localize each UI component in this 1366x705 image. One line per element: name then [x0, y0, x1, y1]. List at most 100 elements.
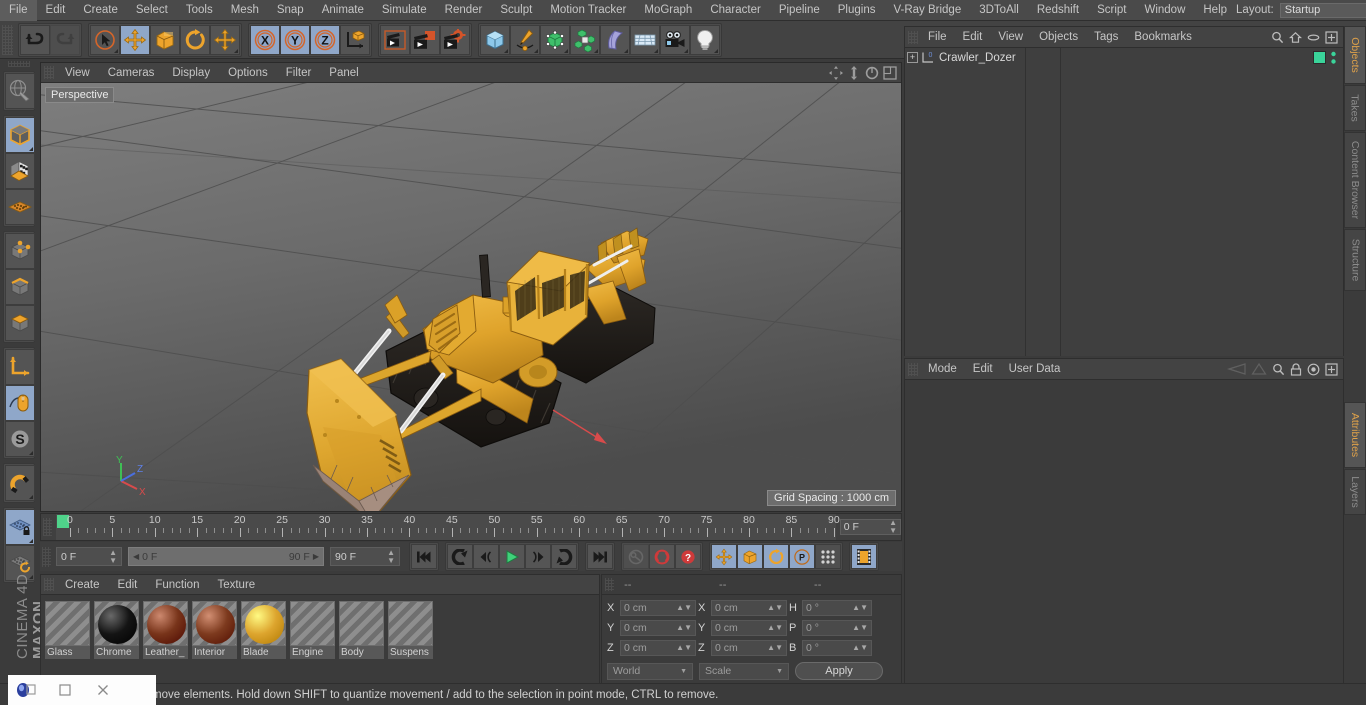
menu-item-snap[interactable]: Snap	[268, 0, 313, 21]
array-modeling-button[interactable]	[570, 24, 600, 55]
go-to-end-button[interactable]	[587, 544, 613, 569]
object-menu-item-file[interactable]: File	[920, 27, 955, 48]
menu-item-tools[interactable]: Tools	[177, 0, 222, 21]
material-item[interactable]: Leather_	[143, 601, 188, 659]
add-icon[interactable]	[1325, 362, 1338, 376]
vertical-tab-objects[interactable]: Objects	[1344, 26, 1366, 84]
search-icon[interactable]	[1271, 31, 1284, 44]
go-to-start-button[interactable]	[411, 544, 437, 569]
timeline-ruler[interactable]: 0 5 10 15 20 25 30 35 40 45 50 55 60 65 70 75 80 85 90	[55, 514, 840, 540]
position-key-button[interactable]	[711, 544, 737, 569]
viewport-grip[interactable]	[44, 66, 54, 79]
menu-item-mesh[interactable]: Mesh	[222, 0, 268, 21]
edges-mode-button[interactable]	[5, 269, 35, 305]
spinner-icon[interactable]: ▲▼	[767, 644, 783, 652]
attribute-menu-item-edit[interactable]: Edit	[965, 359, 1001, 380]
render-settings-button[interactable]	[440, 24, 470, 55]
material-item[interactable]: Suspens	[388, 601, 433, 659]
visibility-dots-icon[interactable]	[1330, 51, 1337, 65]
timeline-current-frame-field[interactable]: 0 F ▲ ▼	[839, 519, 901, 535]
viewport-menu-item-panel[interactable]: Panel	[320, 63, 367, 83]
material-menu-item-create[interactable]: Create	[56, 575, 109, 595]
enable-axis-modification-button[interactable]	[5, 385, 35, 421]
coordinates-grip[interactable]	[605, 578, 615, 591]
snap-magnet-button[interactable]	[5, 465, 35, 501]
viewport-canvas[interactable]: Perspective Grid Spacing : 1000 cm Y X Z	[41, 83, 901, 511]
move-tool-button[interactable]	[120, 24, 150, 55]
search-icon[interactable]	[1272, 363, 1285, 376]
make-editable-button[interactable]	[5, 73, 35, 109]
menu-item-edit[interactable]: Edit	[37, 0, 75, 21]
menu-item-script[interactable]: Script	[1088, 0, 1135, 21]
play-button[interactable]	[499, 544, 525, 569]
light-button[interactable]	[690, 24, 720, 55]
rotate-tool-button[interactable]	[180, 24, 210, 55]
menu-item-3dtoall[interactable]: 3DToAll	[970, 0, 1028, 21]
object-menu-item-tags[interactable]: Tags	[1086, 27, 1126, 48]
spinner-icon[interactable]: ▲▼	[852, 624, 868, 632]
maximize-view-icon[interactable]	[882, 65, 897, 80]
coordinate-system-dropdown[interactable]: World ▼	[607, 662, 693, 680]
polygons-mode-button[interactable]	[5, 305, 35, 341]
model-mode-button[interactable]	[5, 117, 35, 153]
menu-item-v-ray-bridge[interactable]: V-Ray Bridge	[884, 0, 970, 21]
rotation-key-button[interactable]	[763, 544, 789, 569]
object-tag-swatch[interactable]	[1313, 51, 1326, 64]
material-manager-grip[interactable]	[44, 578, 54, 591]
render-view-button[interactable]	[380, 24, 410, 55]
live-selection-tool-button[interactable]	[90, 24, 120, 55]
rotate-view-icon[interactable]	[864, 65, 879, 80]
material-item[interactable]: Body	[339, 601, 384, 659]
generator-nurbs-button[interactable]	[540, 24, 570, 55]
attribute-content-area[interactable]	[905, 380, 1343, 704]
menu-item-animate[interactable]: Animate	[313, 0, 373, 21]
menu-item-create[interactable]: Create	[74, 0, 127, 21]
material-item[interactable]: Interior	[192, 601, 237, 659]
menu-item-pipeline[interactable]: Pipeline	[770, 0, 829, 21]
material-preview[interactable]	[339, 601, 384, 646]
go-to-next-frame-button[interactable]	[525, 544, 551, 569]
material-preview[interactable]	[94, 601, 139, 646]
spinner-icon[interactable]: ▲▼	[767, 604, 783, 612]
vertical-tab-content-browser[interactable]: Content Browser	[1344, 132, 1366, 228]
vertical-tab-layers[interactable]: Layers	[1344, 469, 1366, 515]
material-item[interactable]: Blade	[241, 601, 286, 659]
timeline-grip[interactable]	[43, 518, 52, 536]
menu-item-simulate[interactable]: Simulate	[373, 0, 436, 21]
current-frame-field[interactable]: 0 F ▲ ▼	[56, 547, 122, 566]
menu-item-mograph[interactable]: MoGraph	[635, 0, 701, 21]
size-y-field[interactable]: 0 cm ▲▼	[711, 620, 787, 636]
layout-dropdown[interactable]: Startup ▼	[1279, 2, 1366, 18]
vertical-tab-takes[interactable]: Takes	[1344, 85, 1366, 131]
spinner-icon[interactable]: ▲▼	[767, 624, 783, 632]
lock-z-axis-button[interactable]: Z	[310, 24, 340, 55]
next-object-icon[interactable]	[1251, 363, 1267, 375]
ellipse-icon[interactable]	[1307, 31, 1320, 44]
position-x-field[interactable]: 0 cm ▲▼	[620, 600, 696, 616]
prev-object-icon[interactable]	[1224, 363, 1246, 375]
object-menu-item-view[interactable]: View	[990, 27, 1031, 48]
attribute-menu-item-mode[interactable]: Mode	[920, 359, 965, 380]
go-to-previous-keyframe-button[interactable]	[447, 544, 473, 569]
spinner-icon[interactable]: ▲▼	[109, 548, 117, 565]
spinner-icon[interactable]: ▲▼	[889, 519, 897, 535]
attribute-manager-grip[interactable]	[908, 362, 918, 376]
material-item[interactable]: Engine	[290, 601, 335, 659]
dolly-view-icon[interactable]	[846, 65, 861, 80]
lock-y-axis-button[interactable]: Y	[280, 24, 310, 55]
menu-item-character[interactable]: Character	[701, 0, 770, 21]
spinner-icon[interactable]: ▲▼	[852, 644, 868, 652]
coordinate-mode-dropdown[interactable]: Scale ▼	[699, 662, 789, 680]
menu-item-motion-tracker[interactable]: Motion Tracker	[541, 0, 635, 21]
camera-button[interactable]	[660, 24, 690, 55]
left-palette-grip[interactable]	[8, 61, 30, 67]
menu-item-plugins[interactable]: Plugins	[829, 0, 885, 21]
lock-icon[interactable]	[1290, 362, 1302, 376]
keyframe-selection-button[interactable]: ?	[675, 544, 701, 569]
viewport-menu-item-cameras[interactable]: Cameras	[99, 63, 164, 83]
material-preview[interactable]	[192, 601, 237, 646]
material-preview[interactable]	[388, 601, 433, 646]
record-active-objects-button[interactable]	[623, 544, 649, 569]
undo-button[interactable]	[20, 24, 50, 55]
pen-spline-button[interactable]	[510, 24, 540, 55]
